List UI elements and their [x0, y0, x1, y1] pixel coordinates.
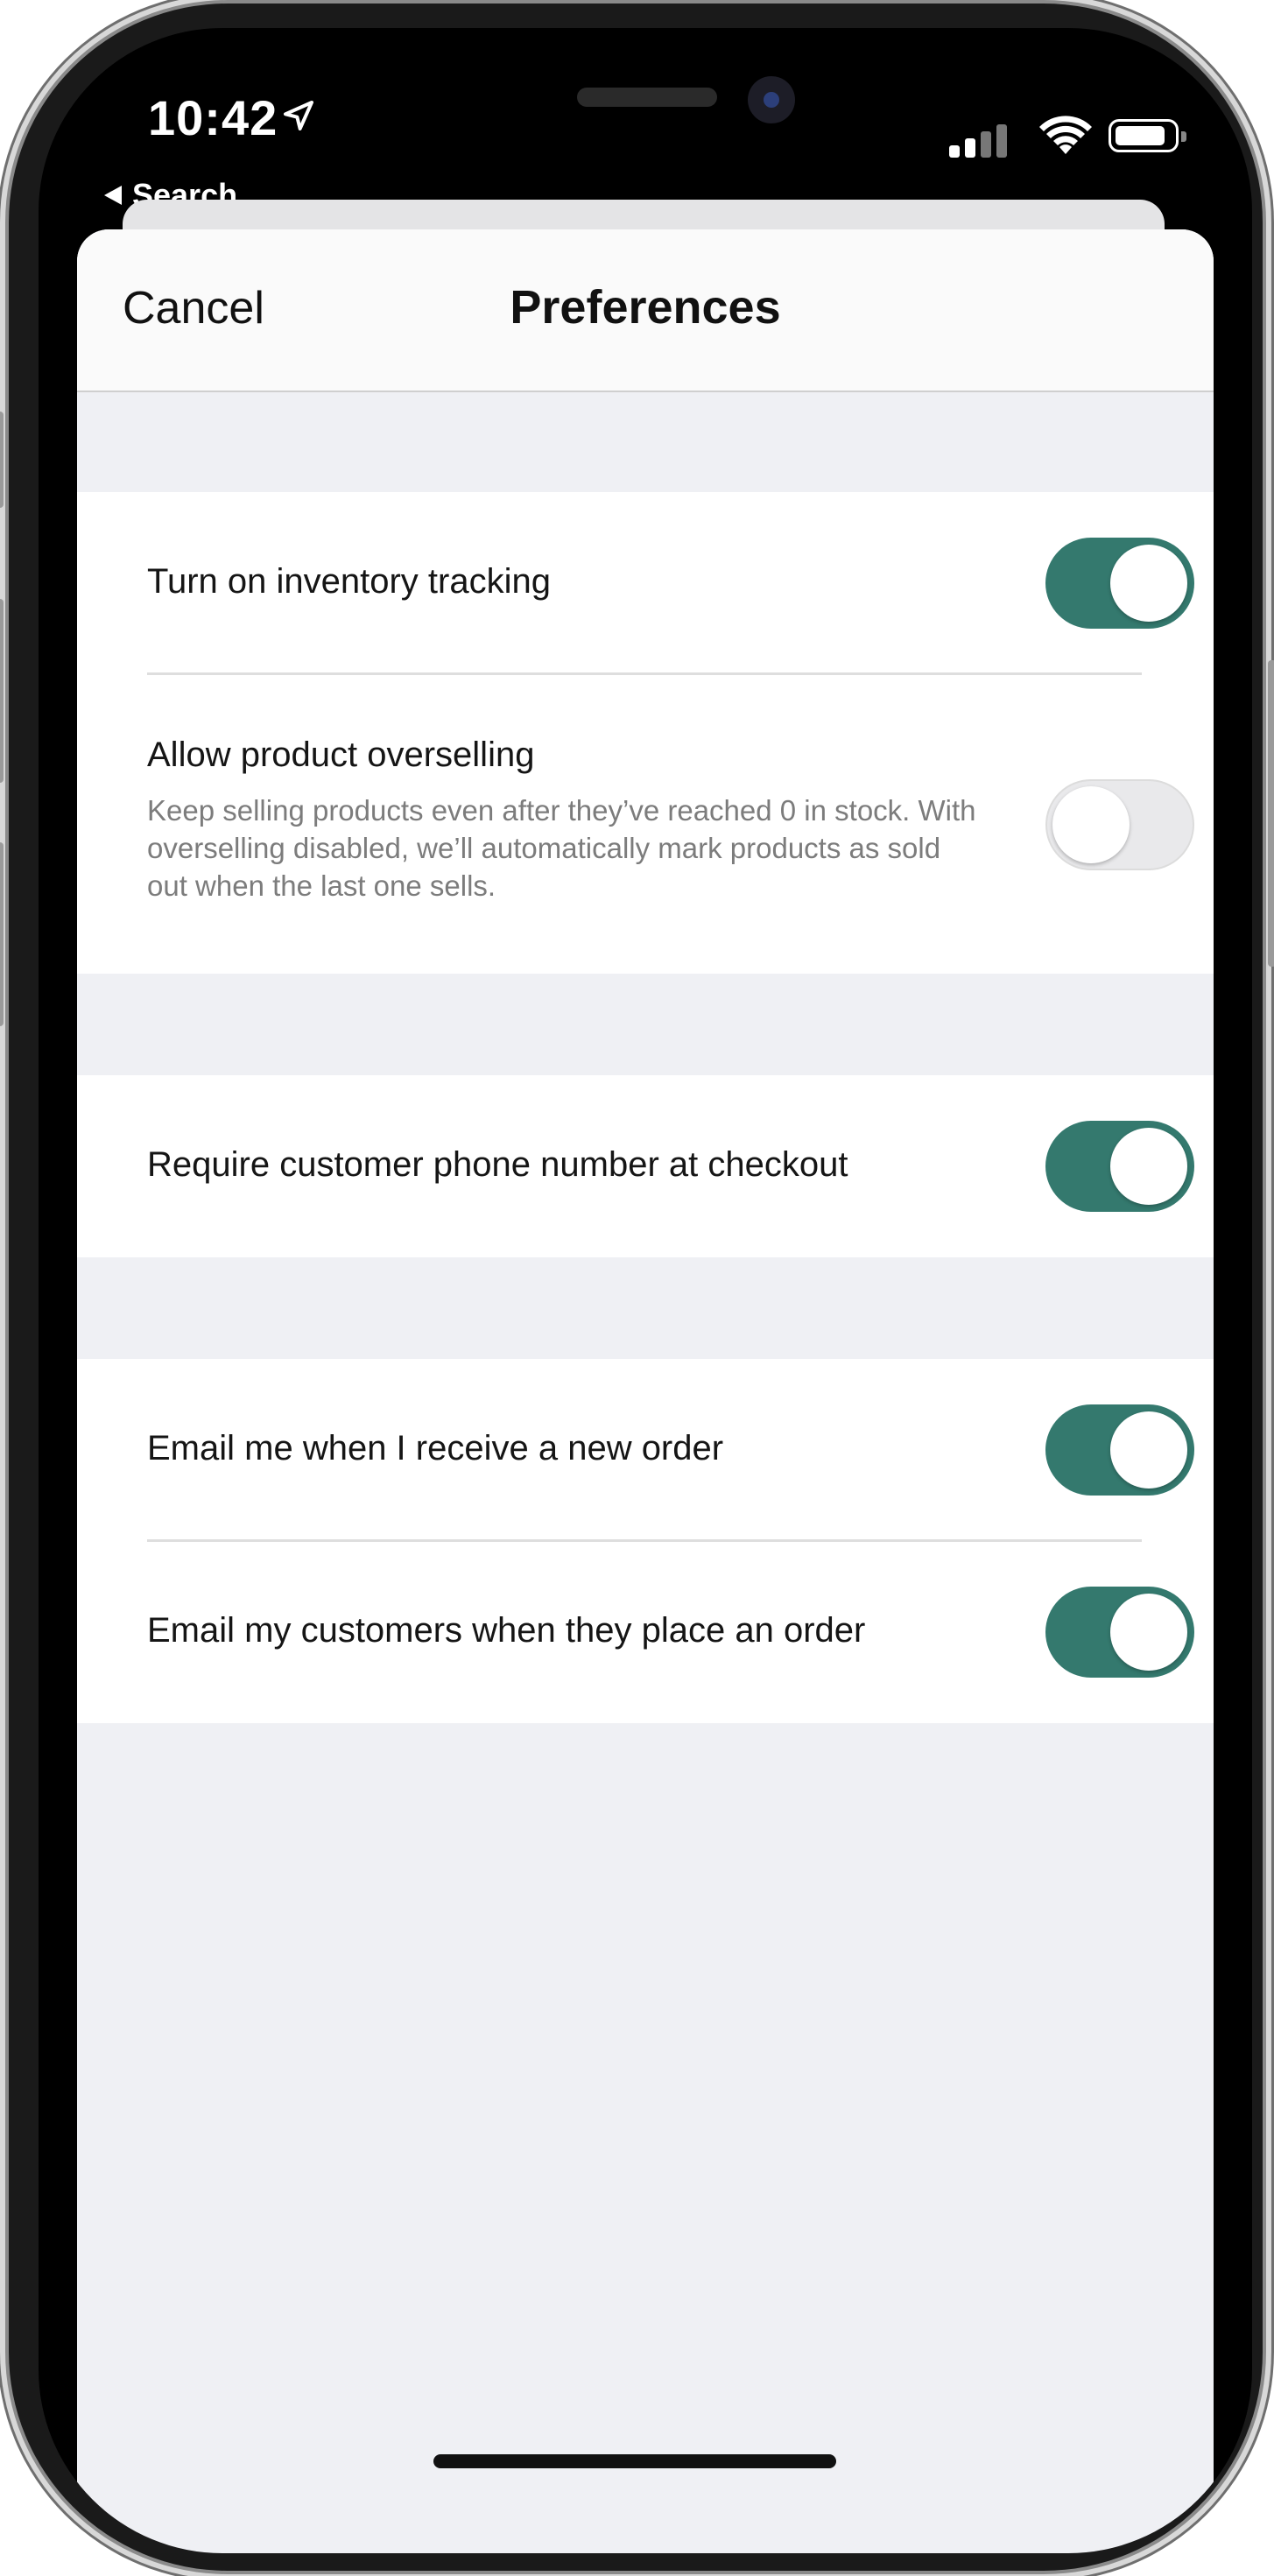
- toggle-knob: [1110, 1594, 1187, 1671]
- phone-required-toggle[interactable]: [1045, 1121, 1194, 1212]
- email-new-order-toggle[interactable]: [1045, 1404, 1194, 1496]
- cellular-signal-icon: [949, 124, 1007, 158]
- battery-icon: [1109, 119, 1186, 152]
- home-indicator[interactable]: [433, 2454, 836, 2468]
- email-new-order-row: Email me when I receive a new order: [77, 1359, 1214, 1541]
- phone-frame: 10:42 Search Cancel Preferences Turn on …: [0, 4, 1274, 2571]
- toggle-knob: [1052, 786, 1130, 863]
- screen: 10:42 Search Cancel Preferences Turn on …: [39, 28, 1252, 2553]
- email-customers-toggle[interactable]: [1045, 1587, 1194, 1678]
- overselling-toggle[interactable]: [1045, 779, 1194, 870]
- overselling-label: Allow product overselling: [147, 735, 535, 774]
- silent-switch: [0, 412, 4, 508]
- location-arrow-icon: [284, 101, 313, 130]
- email-customers-label: Email my customers when they place an or…: [147, 1611, 866, 1650]
- overselling-description: Keep selling products even after they’ve…: [147, 794, 976, 902]
- front-camera: [748, 76, 795, 123]
- email-new-order-label: Email me when I receive a new order: [147, 1429, 724, 1467]
- overselling-row: Allow product overselling Keep selling p…: [77, 674, 1214, 974]
- nav-bar: Cancel Preferences: [77, 229, 1214, 392]
- email-customers-row: Email my customers when they place an or…: [77, 1541, 1214, 1723]
- toggle-knob: [1110, 545, 1187, 622]
- volume-down-button: [0, 842, 4, 1026]
- inventory-tracking-label: Turn on inventory tracking: [147, 562, 551, 601]
- inventory-tracking-row: Turn on inventory tracking: [77, 492, 1214, 674]
- back-arrow-icon: [104, 186, 122, 205]
- toggle-knob: [1110, 1128, 1187, 1205]
- preferences-sheet: Cancel Preferences Turn on inventory tra…: [77, 229, 1214, 2553]
- checkout-group: Require customer phone number at checkou…: [77, 1075, 1214, 1257]
- page-title: Preferences: [510, 281, 781, 334]
- wifi-icon: [1039, 116, 1092, 154]
- volume-up-button: [0, 599, 4, 783]
- earpiece-speaker: [577, 88, 717, 107]
- phone-required-label: Require customer phone number at checkou…: [147, 1145, 848, 1184]
- power-button: [1268, 660, 1274, 967]
- toggle-knob: [1110, 1411, 1187, 1489]
- inventory-group: Turn on inventory tracking Allow product…: [77, 492, 1214, 974]
- inventory-tracking-toggle[interactable]: [1045, 538, 1194, 629]
- status-time: 10:42: [148, 90, 278, 145]
- email-group: Email me when I receive a new order Emai…: [77, 1359, 1214, 1723]
- phone-required-row: Require customer phone number at checkou…: [77, 1075, 1214, 1257]
